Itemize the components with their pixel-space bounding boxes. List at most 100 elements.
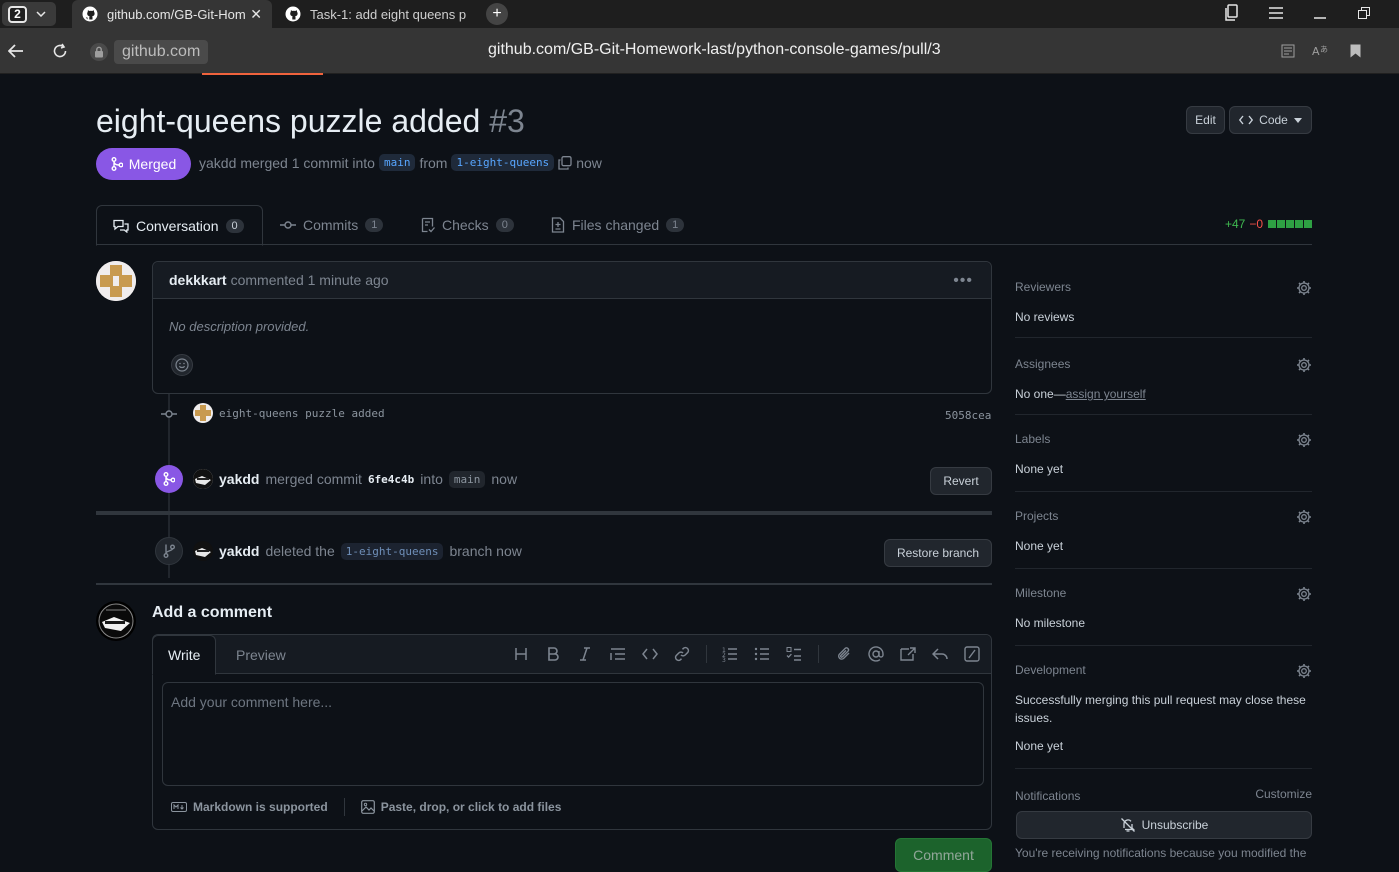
minimize-icon[interactable]: [1314, 9, 1326, 19]
git-commit-icon: [161, 410, 177, 418]
edit-button[interactable]: Edit: [1186, 106, 1225, 134]
new-tab-button[interactable]: +: [486, 3, 508, 25]
add-reaction-button[interactable]: [171, 354, 193, 376]
comment-textarea[interactable]: Add your comment here...: [162, 682, 984, 786]
menu-icon[interactable]: [1269, 7, 1283, 19]
assign-yourself-link[interactable]: assign yourself: [1066, 387, 1146, 401]
close-tab-icon[interactable]: ✕: [250, 6, 262, 23]
sidebar-reviewers: Reviewers No reviews: [1015, 280, 1312, 338]
tab-checks[interactable]: Checks 0: [421, 205, 514, 245]
code-icon[interactable]: [642, 646, 658, 662]
copy-icon[interactable]: [558, 155, 572, 170]
merger-name[interactable]: yakdd: [199, 155, 236, 171]
avatar[interactable]: [193, 541, 213, 561]
heading-icon[interactable]: [514, 646, 528, 662]
sidebar-notifications: Notifications Customize: [1015, 787, 1312, 803]
merge-commit-sha[interactable]: 6fe4c4b: [368, 473, 414, 486]
reference-icon[interactable]: [900, 646, 916, 662]
pr-description-comment: dekkkart commented 1 minute ago ••• No d…: [152, 261, 992, 394]
unsubscribe-label: Unsubscribe: [1141, 818, 1209, 832]
reader-view-icon[interactable]: [1281, 44, 1295, 58]
gear-icon[interactable]: [1296, 432, 1312, 448]
sidebar-assignees: Assignees No one—assign yourself: [1015, 357, 1312, 415]
submit-comment-button[interactable]: Comment: [895, 838, 992, 872]
tab-switcher-button[interactable]: 2: [2, 2, 56, 26]
merge-event: yakdd merged commit 6fe4c4b into main no…: [193, 469, 517, 489]
files-note[interactable]: Paste, drop, or click to add files: [381, 800, 562, 814]
unsubscribe-button[interactable]: Unsubscribe: [1016, 811, 1312, 839]
browser-tab-github[interactable]: github.com/GB-Git-Hom ✕: [72, 0, 272, 28]
deletions-count: −0: [1249, 217, 1263, 231]
avatar[interactable]: [193, 403, 213, 423]
event-actor[interactable]: yakdd: [219, 543, 259, 559]
attach-icon[interactable]: [836, 646, 852, 662]
sidebar-value: None yet: [1015, 462, 1064, 476]
reply-icon[interactable]: [932, 646, 948, 662]
merged-event-badge: [155, 465, 183, 493]
ordered-list-icon[interactable]: 123: [722, 646, 738, 662]
commit-sha[interactable]: 5058cea: [945, 409, 991, 422]
tab-conversation[interactable]: Conversation 0: [96, 205, 263, 246]
quote-icon[interactable]: [610, 646, 626, 662]
unordered-list-icon[interactable]: [754, 646, 770, 662]
tab-label: Conversation: [136, 217, 219, 234]
translate-icon[interactable]: Aあ: [1312, 44, 1328, 58]
sidebar-heading[interactable]: Development: [1015, 663, 1312, 677]
restore-branch-button[interactable]: Restore branch: [884, 539, 992, 567]
lock-icon[interactable]: [90, 43, 108, 61]
base-branch[interactable]: main: [378, 154, 416, 171]
gear-icon[interactable]: [1296, 509, 1312, 525]
sidebar-heading[interactable]: Milestone: [1015, 586, 1312, 600]
revert-button[interactable]: Revert: [930, 467, 992, 495]
link-icon[interactable]: [674, 646, 690, 662]
git-commit-icon: [280, 221, 296, 229]
branch-event-badge: [155, 537, 183, 565]
current-user-avatar[interactable]: [96, 601, 136, 641]
markdown-note[interactable]: Markdown is supported: [193, 800, 328, 814]
comment-action: commented 1 minute ago: [230, 272, 389, 288]
avatar[interactable]: [96, 261, 136, 301]
event-actor[interactable]: yakdd: [219, 471, 259, 487]
tab-files-changed[interactable]: Files changed 1: [551, 205, 685, 245]
github-icon: [285, 6, 301, 22]
avatar[interactable]: [193, 469, 213, 489]
target-branch[interactable]: main: [448, 470, 486, 488]
url-field[interactable]: github.com github.com/GB-Git-Homework-la…: [88, 40, 1379, 64]
sidebar-heading[interactable]: Reviewers: [1015, 280, 1312, 294]
gear-icon[interactable]: [1296, 663, 1312, 679]
write-label: Write: [168, 647, 201, 663]
mention-icon[interactable]: [868, 646, 884, 662]
gear-icon[interactable]: [1296, 586, 1312, 602]
sidebar-heading[interactable]: Labels: [1015, 432, 1312, 446]
task-list-icon[interactable]: [786, 646, 802, 662]
customize-link[interactable]: Customize: [1255, 787, 1312, 801]
head-branch[interactable]: 1-eight-queens: [451, 154, 555, 171]
sidebar-heading[interactable]: Projects: [1015, 509, 1312, 523]
reload-icon[interactable]: [52, 43, 68, 59]
tab-write[interactable]: Write: [152, 635, 217, 675]
commit-message[interactable]: eight-queens puzzle added: [219, 407, 385, 420]
bold-icon[interactable]: [546, 646, 560, 662]
back-arrow-icon[interactable]: [8, 43, 24, 59]
code-label: Code: [1259, 113, 1288, 127]
assignees-value: No one—: [1015, 387, 1066, 401]
code-dropdown-button[interactable]: Code: [1229, 106, 1312, 134]
collections-icon[interactable]: [1224, 4, 1240, 22]
gear-icon[interactable]: [1296, 357, 1312, 373]
tab-commits[interactable]: Commits 1: [280, 205, 384, 245]
restore-icon[interactable]: [1358, 7, 1370, 19]
pr-tab-nav: Conversation 0 Commits 1 Checks 0 Files …: [96, 205, 1312, 246]
kebab-menu-icon[interactable]: •••: [953, 272, 973, 290]
comment-author[interactable]: dekkkart: [169, 272, 227, 288]
italic-icon[interactable]: [578, 646, 592, 662]
tab-preview[interactable]: Preview: [236, 635, 286, 674]
bookmark-icon[interactable]: [1350, 44, 1361, 58]
sidebar-heading[interactable]: Assignees: [1015, 357, 1312, 371]
notification-reason: You're receiving notifications because y…: [1015, 846, 1307, 860]
svg-text:3: 3: [722, 657, 726, 662]
gear-icon[interactable]: [1296, 280, 1312, 296]
browser-tab-task[interactable]: Task-1: add eight queens p: [275, 0, 475, 28]
slash-command-icon[interactable]: [964, 646, 980, 662]
diffstat: +47 −0: [1225, 217, 1312, 231]
tab-label: Commits: [303, 217, 359, 233]
